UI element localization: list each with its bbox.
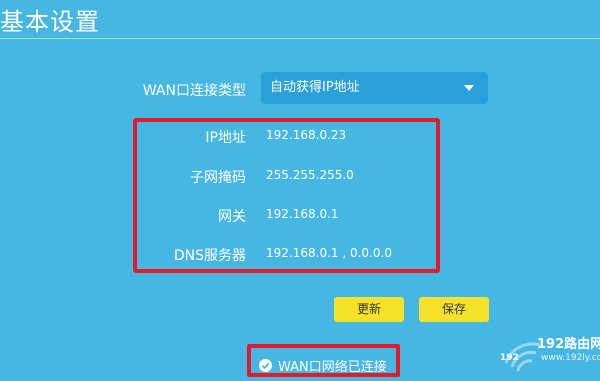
watermark-badge: 192	[500, 353, 519, 363]
title-divider	[0, 38, 600, 39]
ip-label: IP地址	[205, 130, 246, 146]
connection-status: WAN口网络已连接	[278, 360, 387, 375]
wan-type-label: WAN口连接类型	[142, 83, 246, 99]
check-circle-icon	[259, 359, 272, 372]
update-button[interactable]: 更新	[334, 297, 404, 322]
dns-label: DNS服务器	[173, 248, 246, 264]
gateway-value: 192.168.0.1	[266, 207, 339, 221]
dns-value: 192.168.0.1 , 0.0.0.0	[266, 246, 392, 260]
wan-type-value: 自动获得IP地址	[270, 80, 360, 95]
gateway-label: 网关	[218, 209, 246, 225]
mask-value: 255.255.255.0	[266, 168, 354, 182]
wan-type-select[interactable]: 自动获得IP地址	[261, 72, 488, 104]
watermark-brand: 192路由网	[537, 337, 600, 352]
chevron-down-icon[interactable]	[464, 85, 474, 91]
watermark-url: www.192ly.com	[541, 353, 600, 363]
ip-value: 192.168.0.23	[266, 128, 347, 142]
save-button[interactable]: 保存	[419, 297, 489, 322]
mask-label: 子网掩码	[190, 170, 246, 186]
page-title: 基本设置	[0, 8, 100, 36]
